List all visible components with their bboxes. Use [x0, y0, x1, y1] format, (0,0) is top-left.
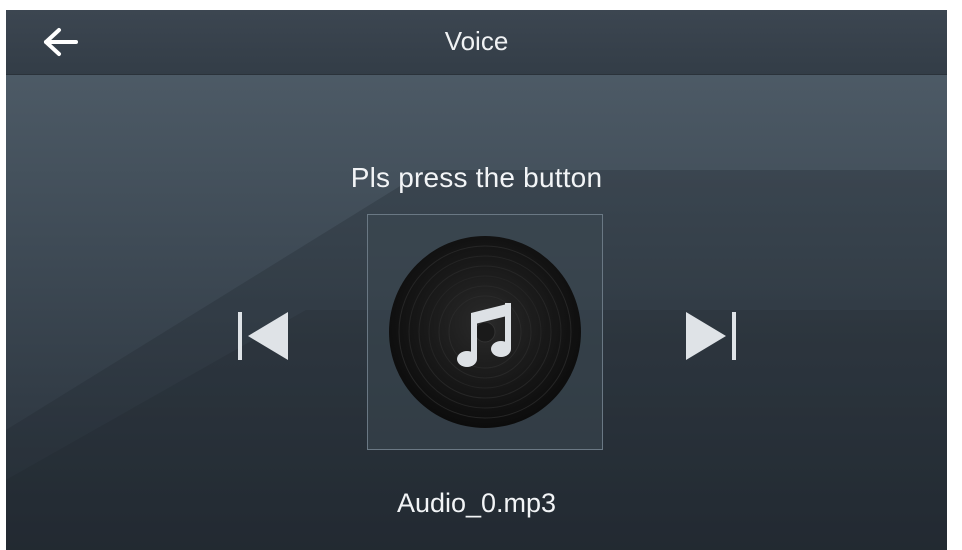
album-art[interactable]	[367, 214, 603, 450]
instruction-text: Pls press the button	[350, 162, 603, 193]
skip-next-icon	[686, 312, 736, 360]
header-bar: Voice	[6, 10, 947, 75]
skip-previous-icon	[238, 312, 288, 360]
audio-filename: Audio_0.mp3	[396, 488, 557, 518]
next-track-button[interactable]	[682, 306, 742, 366]
voice-screen: Voice Pls press the button Audio_0.mp3	[6, 10, 947, 550]
music-disc-icon	[389, 236, 581, 428]
previous-track-button[interactable]	[232, 306, 292, 366]
page-title: Voice	[444, 26, 509, 56]
